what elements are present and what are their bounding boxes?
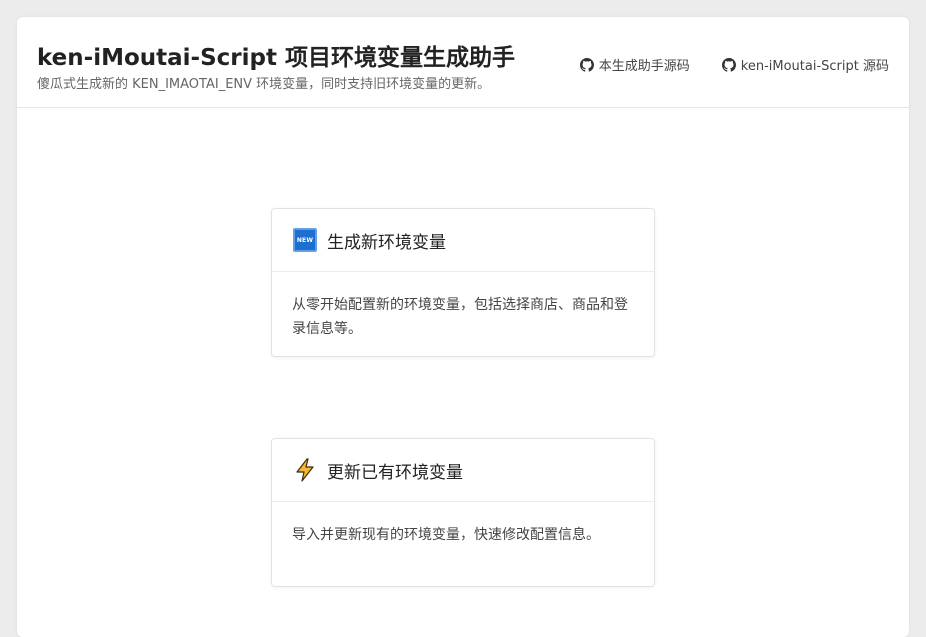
header-links: 本生成助手源码 ken-iMoutai-Script 源码 xyxy=(579,55,889,74)
card-description: 导入并更新现有的环境变量，快速修改配置信息。 xyxy=(292,527,600,543)
page-subtitle: 傻瓜式生成新的 KEN_IMAOTAI_ENV 环境变量，同时支持旧环境变量的更… xyxy=(37,77,491,92)
card-header: 更新已有环境变量 xyxy=(272,439,654,502)
card-header: NEW 生成新环境变量 xyxy=(272,209,654,272)
page-header: ken-iMoutai-Script 项目环境变量生成助手 傻瓜式生成新的 KE… xyxy=(17,17,909,108)
script-source-label: ken-iMoutai-Script 源码 xyxy=(740,59,889,74)
helper-source-label: 本生成助手源码 xyxy=(598,59,690,74)
app-window: ken-iMoutai-Script 项目环境变量生成助手 傻瓜式生成新的 KE… xyxy=(17,17,909,637)
card-description: 从零开始配置新的环境变量，包括选择商店、商品和登录信息等。 xyxy=(292,297,628,337)
generate-new-env-card[interactable]: NEW 生成新环境变量 从零开始配置新的环境变量，包括选择商店、商品和登录信息等… xyxy=(271,208,655,357)
card-title: 更新已有环境变量 xyxy=(327,462,463,483)
new-badge-icon: NEW xyxy=(293,228,317,252)
github-icon xyxy=(721,57,736,72)
update-existing-env-card[interactable]: 更新已有环境变量 导入并更新现有的环境变量，快速修改配置信息。 xyxy=(271,438,655,587)
helper-source-link[interactable]: 本生成助手源码 xyxy=(579,55,690,74)
github-icon xyxy=(579,57,594,72)
lightning-icon xyxy=(293,458,317,482)
page-title: ken-iMoutai-Script 项目环境变量生成助手 xyxy=(37,45,515,71)
card-title: 生成新环境变量 xyxy=(327,232,446,253)
script-source-link[interactable]: ken-iMoutai-Script 源码 xyxy=(721,55,889,74)
